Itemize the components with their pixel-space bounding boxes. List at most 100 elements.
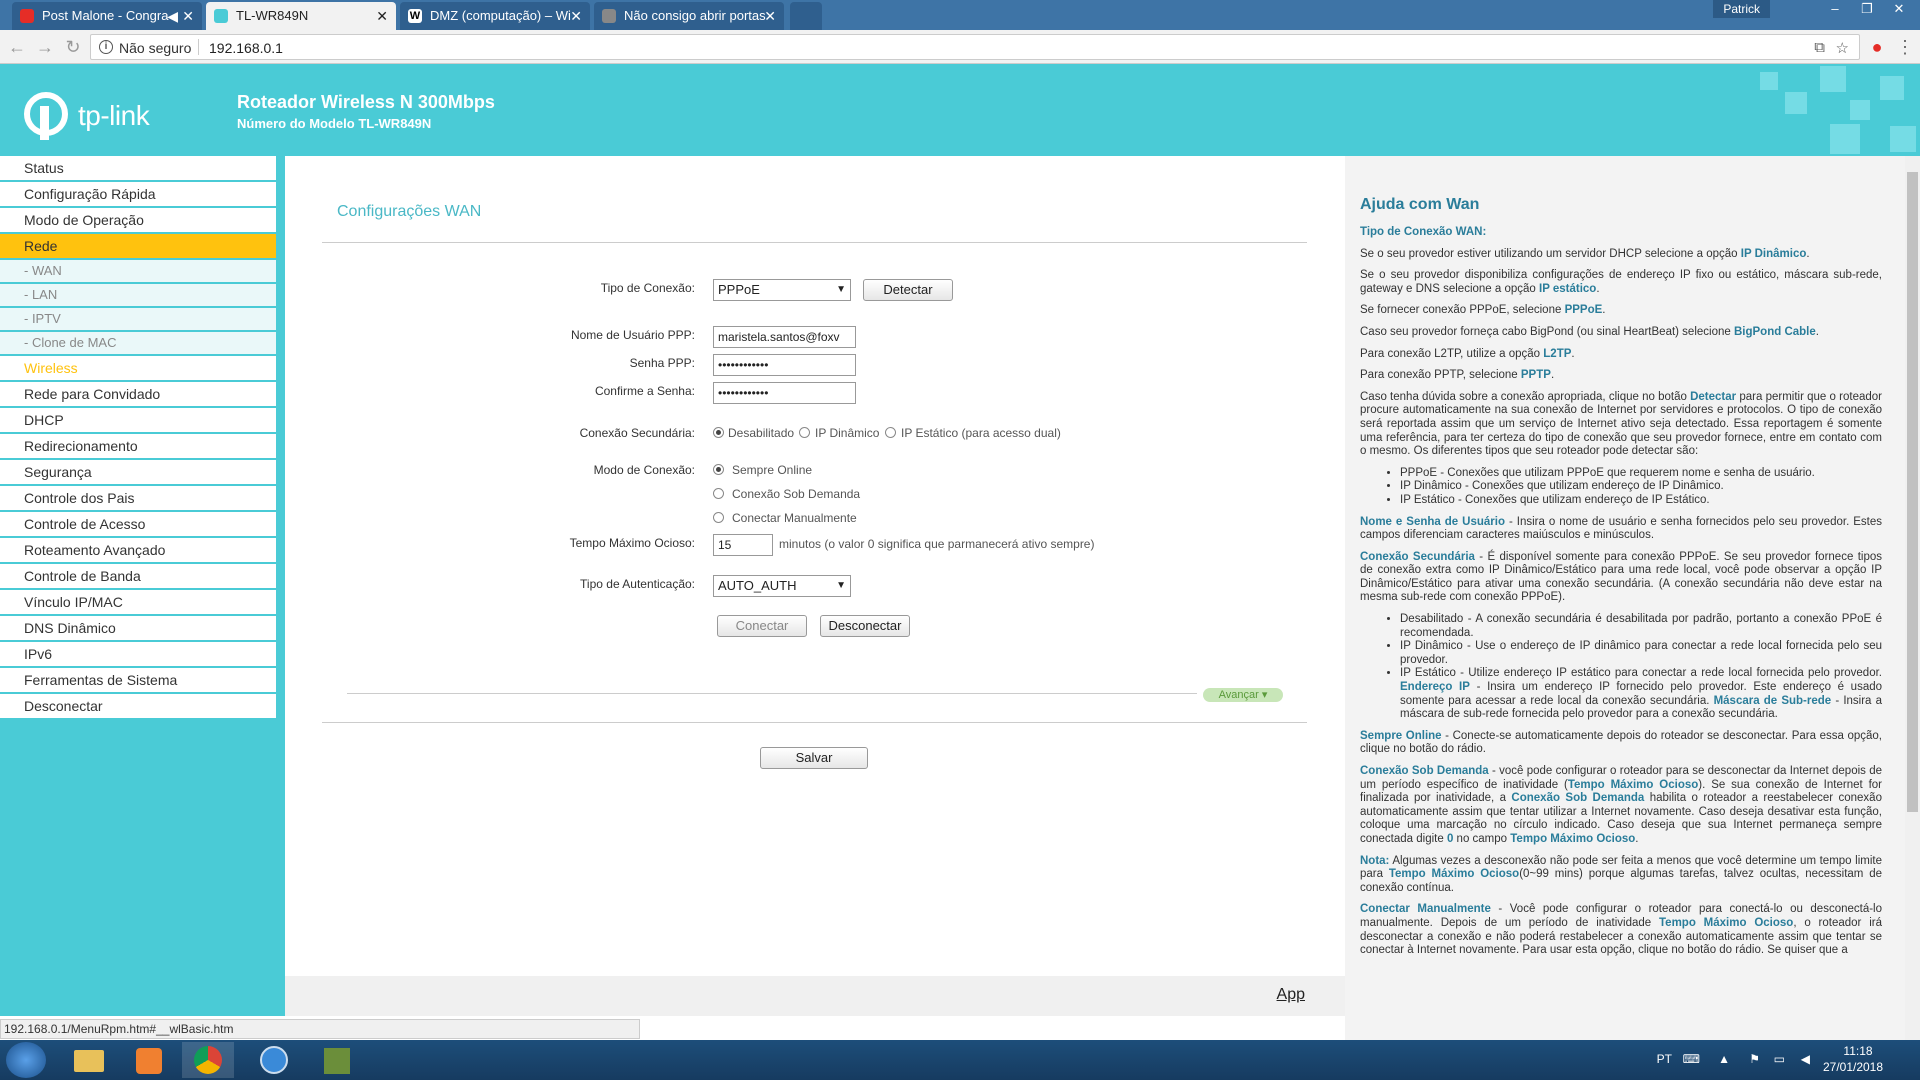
tab-portas[interactable]: Não consigo abrir portas ✕ [594, 2, 784, 30]
status-bar-url: 192.168.0.1/MenuRpm.htm#__wlBasic.htm [0, 1019, 640, 1039]
sidebar-item-iptv[interactable]: - IPTV [0, 308, 276, 332]
sidebar-item-wireless[interactable]: Wireless [0, 356, 276, 382]
tab-post-malone[interactable]: Post Malone - Congra ◀ ✕ [12, 2, 202, 30]
detect-button[interactable]: Detectar [863, 279, 953, 301]
sidebar-item-desconectar[interactable]: Desconectar [0, 694, 276, 720]
sidebar-item-wan[interactable]: - WAN [0, 260, 276, 284]
clock-date[interactable]: 27/01/2018 [1818, 1060, 1888, 1074]
app-taskbar-icon[interactable] [248, 1042, 300, 1078]
sidebar-item-ipv6[interactable]: IPv6 [0, 642, 276, 668]
disconnect-button[interactable]: Desconectar [820, 615, 910, 637]
minecraft-taskbar-icon[interactable] [310, 1042, 362, 1078]
mode-always-radio[interactable] [713, 464, 724, 475]
sidebar-item-ferramentas-de-sistema[interactable]: Ferramentas de Sistema [0, 668, 276, 694]
logo-stem [40, 106, 49, 140]
language-indicator[interactable]: PT [1657, 1052, 1672, 1066]
new-tab-button[interactable] [790, 2, 822, 30]
auth-type-select[interactable]: AUTO_AUTH ▼ [713, 575, 851, 597]
speaker-icon[interactable]: ◀ [167, 2, 178, 30]
sidebar-item-dhcp[interactable]: DHCP [0, 408, 276, 434]
help-list-item: IP Estático - Utilize endereço IP estáti… [1400, 667, 1882, 721]
app-link[interactable]: App [1277, 986, 1305, 1004]
help-text: Conexão Sob Demanda - você pode configur… [1360, 765, 1882, 845]
omnibox[interactable]: i Não seguro 192.168.0.1 ⧉ ☆ [90, 34, 1860, 60]
tab-dmz[interactable]: W DMZ (computação) – Wi ✕ [400, 2, 590, 30]
browser-tab-strip: Post Malone - Congra ◀ ✕ TL-WR849N ✕ W D… [0, 0, 1920, 30]
info-icon[interactable]: i [99, 40, 113, 54]
explorer-taskbar-icon[interactable] [62, 1042, 114, 1078]
sidebar-item-roteamento-avan-ado[interactable]: Roteamento Avançado [0, 538, 276, 564]
sidebar-item-dns-din-mico[interactable]: DNS Dinâmico [0, 616, 276, 642]
help-list: Desabilitado - A conexão secundária é de… [1400, 613, 1882, 722]
profile-user[interactable]: Patrick [1713, 0, 1770, 18]
sidebar-item-controle-dos-pais[interactable]: Controle dos Pais [0, 486, 276, 512]
advanced-toggle[interactable]: Avançar ▾ [1203, 688, 1283, 702]
menu-icon[interactable]: ⋮ [1894, 36, 1916, 58]
address-bar: ← → ↻ i Não seguro 192.168.0.1 ⧉ ☆ ● ⋮ [0, 30, 1920, 64]
sidebar-item-lan[interactable]: - LAN [0, 284, 276, 308]
tray-arrow-icon[interactable]: ▲ [1718, 1052, 1730, 1066]
extension-icon[interactable]: ● [1866, 36, 1888, 58]
help-text: Conectar Manualmente - Você pode configu… [1360, 903, 1883, 957]
close-tab-icon[interactable]: ✕ [764, 2, 776, 30]
flag-icon[interactable]: ⚑ [1749, 1052, 1760, 1066]
translate-icon[interactable]: ⧉ [1814, 39, 1825, 56]
sidebar-item-controle-de-acesso[interactable]: Controle de Acesso [0, 512, 276, 538]
youtube-icon [20, 9, 34, 23]
bookmark-star-icon[interactable]: ☆ [1836, 39, 1849, 57]
back-icon[interactable]: ← [6, 36, 28, 58]
help-list-item: Desabilitado - A conexão secundária é de… [1400, 613, 1882, 640]
media-player-taskbar-icon[interactable] [122, 1042, 174, 1078]
mode-demand-radio[interactable] [713, 488, 724, 499]
ppp-pass-input[interactable]: •••••••••••• [713, 354, 856, 376]
close-tab-icon[interactable]: ✕ [182, 2, 194, 30]
save-button[interactable]: Salvar [760, 747, 868, 769]
volume-icon[interactable]: ◀ [1801, 1052, 1810, 1066]
secondary-conn-label: Conexão Secundária: [579, 426, 695, 440]
clock-time[interactable]: 11:18 [1828, 1044, 1888, 1058]
confirm-pass-input[interactable]: •••••••••••• [713, 382, 856, 404]
reload-icon[interactable]: ↻ [62, 36, 84, 58]
scrollbar-thumb[interactable] [1907, 172, 1918, 812]
help-body: Tipo de Conexão WAN: Se o seu provedor e… [1360, 226, 1882, 966]
sidebar-item-controle-de-banda[interactable]: Controle de Banda [0, 564, 276, 590]
close-tab-icon[interactable]: ✕ [376, 2, 388, 30]
secondary-static-radio[interactable] [885, 427, 896, 438]
sidebar-item-seguran-a[interactable]: Segurança [0, 460, 276, 486]
sidebar-item-clone-de-mac[interactable]: - Clone de MAC [0, 332, 276, 356]
sidebar-item-v-nculo-ip-mac[interactable]: Vínculo IP/MAC [0, 590, 276, 616]
idle-time-input[interactable]: 15 [713, 534, 773, 556]
chevron-down-icon: ▼ [836, 284, 846, 295]
connect-button[interactable]: Conectar [717, 615, 807, 637]
keyboard-icon[interactable]: ⌨ [1683, 1052, 1700, 1066]
start-button[interactable] [6, 1042, 46, 1078]
app-footer [285, 976, 1345, 1016]
decor-square [1850, 100, 1870, 120]
url-text[interactable]: 192.168.0.1 [209, 40, 283, 56]
sidebar-item-rede[interactable]: Rede [0, 234, 276, 260]
close-tab-icon[interactable]: ✕ [570, 2, 582, 30]
secondary-dynamic-radio[interactable] [799, 427, 810, 438]
sidebar-item-rede-para-convidado[interactable]: Rede para Convidado [0, 382, 276, 408]
tab-tl-wr849n[interactable]: TL-WR849N ✕ [206, 2, 396, 30]
help-scrollbar[interactable] [1905, 156, 1920, 1040]
secondary-disabled-radio[interactable] [713, 427, 724, 438]
chrome-taskbar-icon[interactable] [182, 1042, 234, 1078]
minimize-icon[interactable]: – [1820, 0, 1850, 18]
forward-icon[interactable]: → [34, 36, 56, 58]
conn-type-select[interactable]: PPPoE ▼ [713, 279, 851, 301]
help-list: PPPoE - Conexões que utilizam PPPoE que … [1400, 467, 1882, 508]
restore-icon[interactable]: ❐ [1852, 0, 1882, 18]
tab-label: Não consigo abrir portas [624, 8, 766, 23]
ppp-user-label: Nome de Usuário PPP: [570, 328, 695, 342]
sidebar-item-redirecionamento[interactable]: Redirecionamento [0, 434, 276, 460]
sidebar-item-status[interactable]: Status [0, 156, 276, 182]
network-icon[interactable]: ▭ [1774, 1052, 1785, 1066]
mode-manual-radio[interactable] [713, 512, 724, 523]
sidebar-item-configura-o-r-pida[interactable]: Configuração Rápida [0, 182, 276, 208]
sidebar-item-modo-de-opera-o[interactable]: Modo de Operação [0, 208, 276, 234]
ppp-user-input[interactable]: maristela.santos@foxv [713, 326, 856, 348]
mode-demand-label: Conexão Sob Demanda [732, 487, 861, 501]
close-window-icon[interactable]: ✕ [1884, 0, 1914, 18]
decor-square [1880, 76, 1904, 100]
